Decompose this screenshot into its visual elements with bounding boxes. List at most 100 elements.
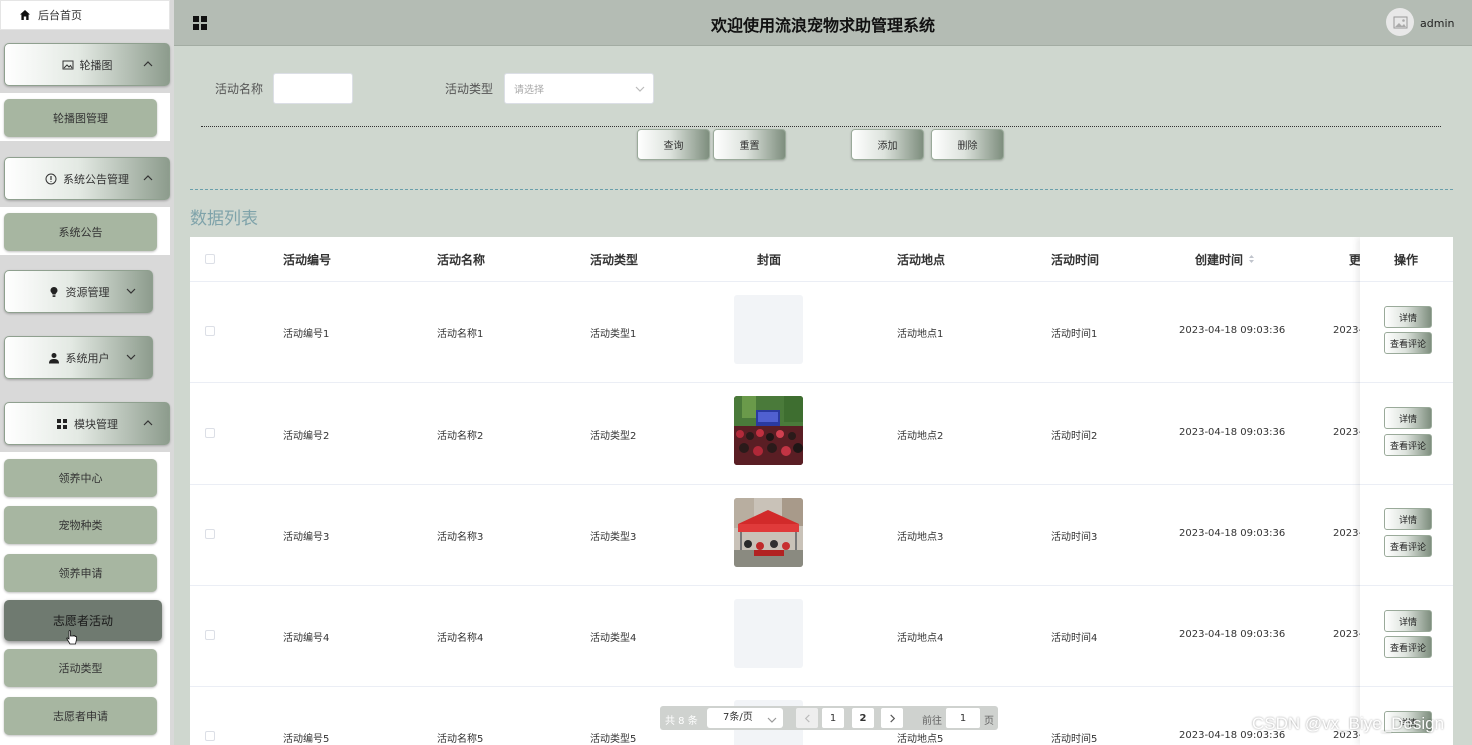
cell-name: 活动名称3 <box>437 532 484 543</box>
grid-icon <box>56 418 68 430</box>
sidebar-item-volunteer-activity[interactable]: 志愿者活动 <box>4 600 162 641</box>
sidebar-item-notice[interactable]: 系统公告 <box>4 213 157 251</box>
cell-type: 活动类型4 <box>590 633 637 644</box>
chevron-up-icon <box>143 418 153 428</box>
cell-place: 活动地点4 <box>897 633 944 644</box>
row-checkbox[interactable] <box>205 630 215 640</box>
cell-code: 活动编号3 <box>283 532 330 543</box>
row-divider <box>1360 585 1453 586</box>
add-button[interactable]: 添加 <box>851 129 924 160</box>
column-header-name: 活动名称 <box>437 252 486 267</box>
cell-time: 活动时间1 <box>1051 329 1098 340</box>
page-size-select[interactable]: 7条/页 <box>707 708 783 728</box>
sidebar-menu-users[interactable]: 系统用户 <box>4 336 153 379</box>
cover-image-crowd[interactable] <box>734 396 803 465</box>
cell-place: 活动地点2 <box>897 431 944 442</box>
chevron-down-icon <box>635 84 645 94</box>
activity-type-select[interactable]: 请选择 <box>504 73 654 104</box>
sidebar-menu-resources[interactable]: 资源管理 <box>4 270 153 313</box>
chevron-up-icon <box>143 173 153 183</box>
sort-icon[interactable] <box>1248 254 1255 264</box>
next-page-button[interactable] <box>881 708 903 728</box>
sidebar-item-carousel-manage[interactable]: 轮播图管理 <box>4 99 157 137</box>
sidebar-item-activity-type[interactable]: 活动类型 <box>4 649 157 687</box>
sidebar-home-link[interactable]: 后台首页 <box>0 0 170 30</box>
activity-name-label: 活动名称 <box>215 82 264 96</box>
info-circle-icon <box>45 173 57 185</box>
cell-code: 活动编号4 <box>283 633 330 644</box>
user-name[interactable]: admin <box>1420 17 1454 30</box>
cell-place: 活动地点5 <box>897 734 944 745</box>
row-divider <box>1360 382 1453 383</box>
column-header-cover: 封面 <box>757 252 782 267</box>
chevron-left-icon <box>804 713 810 723</box>
section-title: 数据列表 <box>190 209 258 229</box>
goto-suffix: 页 <box>984 716 994 727</box>
sidebar-item-pet-species[interactable]: 宠物种类 <box>4 506 157 544</box>
tent-photo <box>734 498 803 567</box>
mouse-pointer-icon <box>66 630 77 645</box>
select-all-checkbox[interactable] <box>205 254 215 264</box>
cell-created: 2023-04-18 09:03:36 <box>1179 528 1286 539</box>
sidebar-item-volunteer-apply[interactable]: 志愿者申请 <box>4 697 157 735</box>
chevron-right-icon <box>889 713 895 723</box>
row-divider <box>190 686 1453 687</box>
query-button[interactable]: 查询 <box>637 129 710 160</box>
chevron-down-icon <box>767 713 777 723</box>
activity-name-input[interactable] <box>273 73 353 104</box>
cell-name: 活动名称4 <box>437 633 484 644</box>
cell-updated: 2023- <box>1333 528 1363 539</box>
avatar[interactable] <box>1386 8 1414 36</box>
top-header: 欢迎使用流浪宠物求助管理系统 admin <box>174 0 1472 46</box>
pagination: 共 8 条 7条/页 1 2 前往 1 页 <box>660 706 998 730</box>
cell-type: 活动类型5 <box>590 734 637 745</box>
column-header-created-label: 创建时间 <box>1195 252 1244 267</box>
table-header-divider <box>1360 281 1453 282</box>
operations-column: 操作 详情 查看评论 详情 查看评论 详情 查看评论 详情 查看评论 详情 <box>1360 237 1453 745</box>
sidebar-menu-modules[interactable]: 模块管理 <box>4 402 170 445</box>
activity-type-label: 活动类型 <box>445 82 494 96</box>
detail-button[interactable]: 详情 <box>1384 610 1432 632</box>
row-checkbox[interactable] <box>205 731 215 741</box>
row-divider <box>190 585 1453 586</box>
goto-page-input[interactable]: 1 <box>946 708 980 728</box>
page-number-2[interactable]: 2 <box>852 708 874 728</box>
sidebar-menu-notice[interactable]: 系统公告管理 <box>4 157 170 200</box>
column-header-created[interactable]: 创建时间 <box>1195 237 1255 281</box>
sidebar-item-adoption-center[interactable]: 领养中心 <box>4 459 157 497</box>
cell-code: 活动编号5 <box>283 734 330 745</box>
cell-type: 活动类型1 <box>590 329 637 340</box>
sidebar-menu-label: 系统用户 <box>65 351 110 365</box>
page-number-1[interactable]: 1 <box>822 708 844 728</box>
row-divider <box>1360 686 1453 687</box>
image-placeholder-icon <box>1393 16 1407 28</box>
reset-button[interactable]: 重置 <box>713 129 786 160</box>
sidebar-menu-carousel[interactable]: 轮播图 <box>4 43 170 86</box>
cover-image-tent[interactable] <box>734 498 803 567</box>
column-header-type: 活动类型 <box>590 252 639 267</box>
detail-button[interactable]: 详情 <box>1384 306 1432 328</box>
detail-button[interactable]: 详情 <box>1384 407 1432 429</box>
cover-image-placeholder[interactable] <box>734 295 803 364</box>
sidebar-menu-label: 模块管理 <box>74 417 118 431</box>
cover-image-placeholder[interactable] <box>734 599 803 668</box>
sidebar-submenu-carousel: 轮播图管理 <box>0 93 170 141</box>
view-comments-button[interactable]: 查看评论 <box>1384 636 1432 658</box>
cell-type: 活动类型3 <box>590 532 637 543</box>
view-comments-button[interactable]: 查看评论 <box>1384 434 1432 456</box>
column-header-place: 活动地点 <box>897 252 946 267</box>
cell-time: 活动时间2 <box>1051 431 1098 442</box>
view-comments-button[interactable]: 查看评论 <box>1384 535 1432 557</box>
row-checkbox[interactable] <box>205 428 215 438</box>
row-checkbox[interactable] <box>205 326 215 336</box>
detail-button[interactable]: 详情 <box>1384 508 1432 530</box>
view-comments-button[interactable]: 查看评论 <box>1384 332 1432 354</box>
delete-button[interactable]: 删除 <box>931 129 1004 160</box>
row-checkbox[interactable] <box>205 529 215 539</box>
cell-updated: 2023- <box>1333 427 1363 438</box>
cell-time: 活动时间5 <box>1051 734 1098 745</box>
chevron-up-icon <box>143 59 153 69</box>
cell-place: 活动地点3 <box>897 532 944 543</box>
prev-page-button[interactable] <box>796 708 818 728</box>
sidebar-item-adoption-apply[interactable]: 领养申请 <box>4 554 157 592</box>
